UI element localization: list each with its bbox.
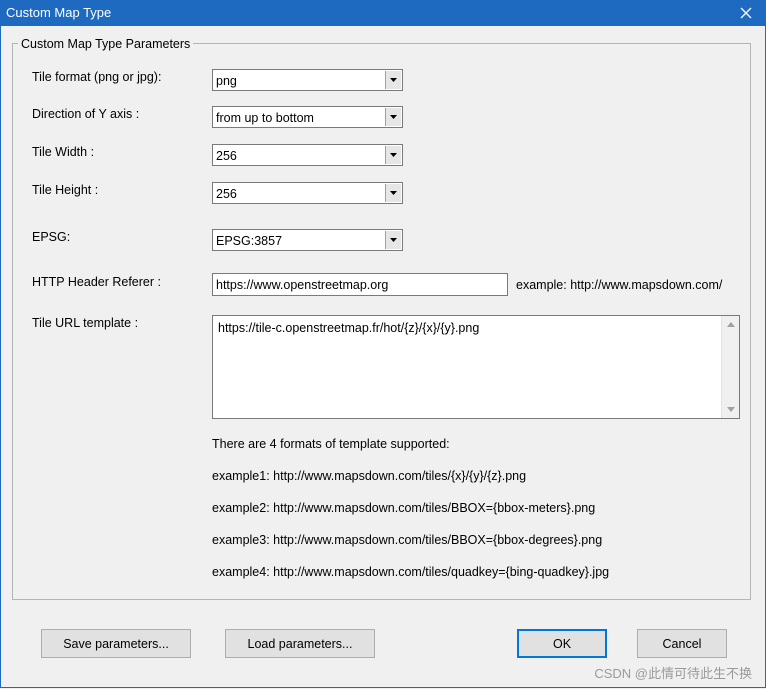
groupbox-legend: Custom Map Type Parameters xyxy=(18,37,194,51)
referer-value: https://www.openstreetmap.org xyxy=(216,278,389,292)
tile-width-label: Tile Width : xyxy=(32,145,95,159)
y-direction-dropdown-button[interactable] xyxy=(385,108,401,126)
tile-format-select[interactable]: png xyxy=(212,69,403,91)
ok-button[interactable]: OK xyxy=(517,629,607,658)
template-example-4: example4: http://www.mapsdown.com/tiles/… xyxy=(212,565,610,579)
url-template-scrollbar[interactable] xyxy=(721,316,739,418)
scroll-down-icon xyxy=(726,407,735,412)
tile-height-label: Tile Height : xyxy=(32,183,99,197)
referer-example: example: http://www.mapsdown.com/ xyxy=(516,278,723,292)
tile-width-select[interactable]: 256 xyxy=(212,144,403,166)
tile-height-dropdown-button[interactable] xyxy=(385,184,401,202)
referer-input[interactable]: https://www.openstreetmap.org xyxy=(212,273,508,296)
tile-width-dropdown-button[interactable] xyxy=(385,146,401,164)
chevron-down-icon xyxy=(390,153,397,157)
save-parameters-button[interactable]: Save parameters... xyxy=(41,629,191,658)
watermark: CSDN @此情可待此生不换 xyxy=(594,666,752,681)
url-template-textarea[interactable]: https://tile-c.openstreetmap.fr/hot/{z}/… xyxy=(212,315,740,419)
epsg-select[interactable]: EPSG:3857 xyxy=(212,229,403,251)
scroll-up-button[interactable] xyxy=(722,316,739,333)
epsg-label: EPSG: xyxy=(32,230,71,244)
y-direction-value: from up to bottom xyxy=(216,111,314,125)
template-example-1: example1: http://www.mapsdown.com/tiles/… xyxy=(212,469,527,483)
template-formats-intro: There are 4 formats of template supporte… xyxy=(212,437,450,451)
tile-height-value: 256 xyxy=(216,187,237,201)
referer-label: HTTP Header Referer : xyxy=(32,275,161,289)
url-template-value: https://tile-c.openstreetmap.fr/hot/{z}/… xyxy=(218,321,480,335)
epsg-value: EPSG:3857 xyxy=(216,234,283,248)
close-button[interactable] xyxy=(726,0,766,26)
chevron-down-icon xyxy=(390,238,397,242)
url-template-label: Tile URL template : xyxy=(32,316,139,330)
y-direction-label: Direction of Y axis : xyxy=(32,107,140,121)
scroll-down-button[interactable] xyxy=(722,401,739,418)
title-bar: Custom Map Type xyxy=(0,0,766,26)
window-title: Custom Map Type xyxy=(6,5,112,20)
chevron-down-icon xyxy=(390,78,397,82)
chevron-down-icon xyxy=(390,115,397,119)
tile-width-value: 256 xyxy=(216,149,237,163)
close-icon xyxy=(740,7,752,19)
y-direction-select[interactable]: from up to bottom xyxy=(212,106,403,128)
tile-format-label: Tile format (png or jpg): xyxy=(32,70,162,84)
template-example-3: example3: http://www.mapsdown.com/tiles/… xyxy=(212,533,603,547)
tile-format-value: png xyxy=(216,74,237,88)
scroll-up-icon xyxy=(726,322,735,327)
load-parameters-button[interactable]: Load parameters... xyxy=(225,629,375,658)
chevron-down-icon xyxy=(390,191,397,195)
template-example-2: example2: http://www.mapsdown.com/tiles/… xyxy=(212,501,596,515)
epsg-dropdown-button[interactable] xyxy=(385,231,401,249)
cancel-button[interactable]: Cancel xyxy=(637,629,727,658)
tile-height-select[interactable]: 256 xyxy=(212,182,403,204)
tile-format-dropdown-button[interactable] xyxy=(385,71,401,89)
